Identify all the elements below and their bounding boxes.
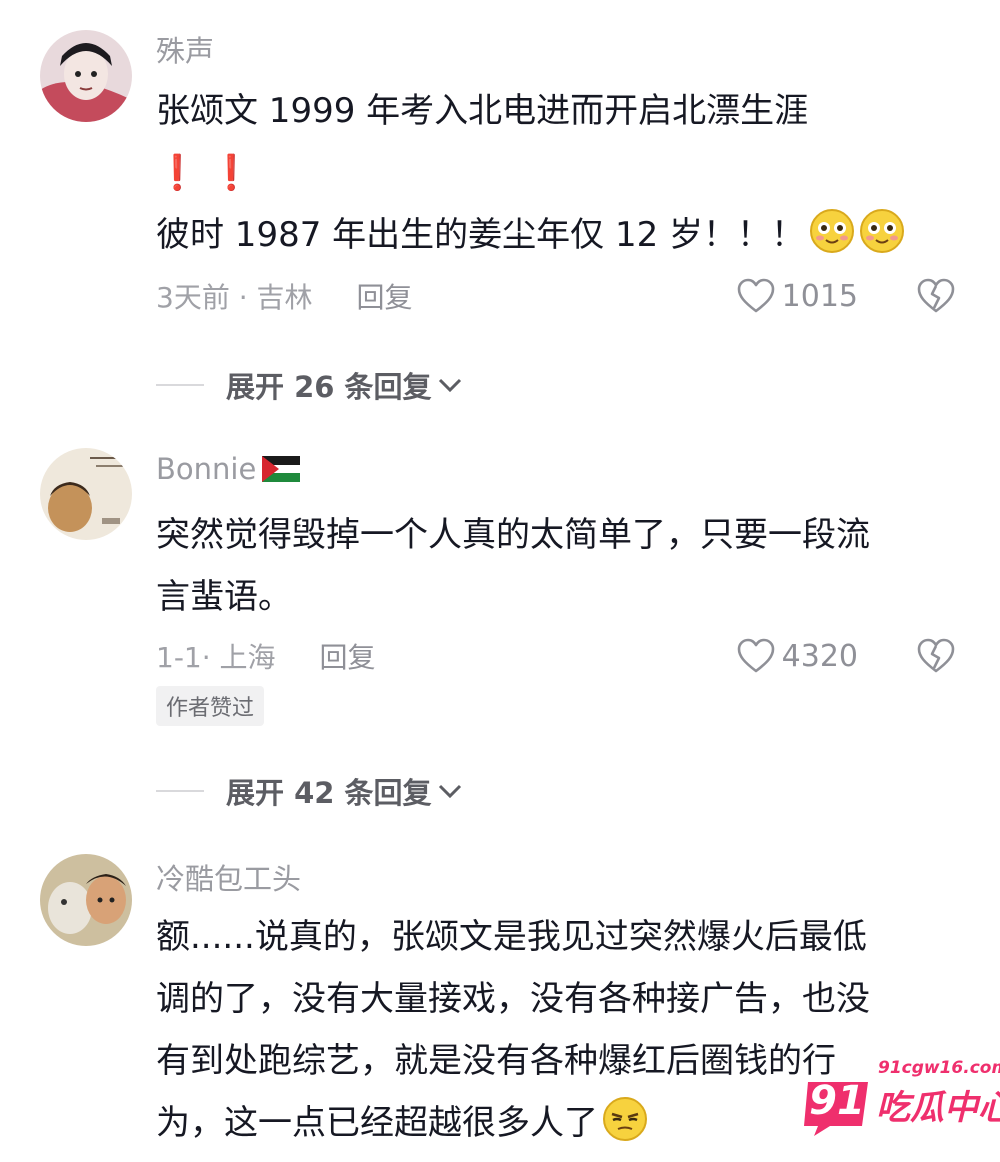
blush-emoji-icon: [809, 208, 855, 254]
comment-line-text: 彼时 1987 年出生的姜尘年仅 12 岁！！！: [156, 215, 806, 255]
comment-meta: 3天前 · 吉林 回复 1015: [156, 276, 956, 316]
broken-heart-icon: [917, 278, 955, 313]
comment-line: 突然觉得毁掉一个人真的太简单了，只要一段流: [156, 515, 870, 555]
reply-button[interactable]: 回复: [357, 276, 413, 316]
comment-line-text: 为，这一点已经超越很多人了: [156, 1103, 598, 1143]
smirk-emoji-icon: [602, 1096, 648, 1142]
divider: [156, 384, 204, 386]
username-text: 冷酷包工头: [156, 862, 302, 896]
broken-heart-icon: [917, 638, 955, 673]
reply-button[interactable]: 回复: [320, 636, 376, 676]
like-button[interactable]: 4320: [736, 638, 858, 674]
like-count: 1015: [781, 278, 858, 314]
chevron-down-icon: [438, 378, 461, 393]
watermark-url: 91cgw16.com: [878, 1058, 1000, 1078]
time-location: 1-1· 上海: [156, 641, 276, 674]
watermark-name: 吃瓜中心: [876, 1088, 1000, 1128]
comment-text: 张颂文 1999 年考入北电进而开启北漂生涯 ❗ ❗ 彼时 1987 年出生的姜…: [156, 80, 956, 266]
avatar[interactable]: [40, 448, 132, 540]
dislike-button[interactable]: [916, 638, 956, 674]
expand-replies-label: 展开 26 条回复: [226, 370, 432, 404]
comment-line: 额......说真的，张颂文是我见过突然爆火后最低: [156, 917, 867, 957]
heart-icon: [737, 278, 774, 313]
username[interactable]: 冷酷包工头: [156, 856, 301, 898]
palestine-flag-icon: [262, 456, 301, 482]
blush-emoji-icon: [859, 208, 905, 254]
comment-line: 张颂文 1999 年考入北电进而开启北漂生涯: [156, 91, 809, 131]
username[interactable]: 殊声: [156, 28, 214, 70]
comment-line: 调的了，没有大量接戏，没有各种接广告，也没: [156, 979, 870, 1019]
chevron-down-icon: [438, 784, 461, 799]
divider: [156, 790, 204, 792]
comment-meta: 1-1· 上海 回复 4320: [156, 636, 956, 676]
watermark-logo: 91cgw16.com 91 吃瓜中心: [796, 1058, 1000, 1148]
expand-replies-button[interactable]: 展开 26 条回复: [156, 364, 464, 406]
expand-replies-button[interactable]: 展开 42 条回复: [156, 770, 464, 812]
like-count: 4320: [781, 638, 858, 674]
comment-text: 突然觉得毁掉一个人真的太简单了，只要一段流 言蜚语。: [156, 504, 956, 628]
username[interactable]: Bonnie: [156, 452, 301, 486]
time-location: 3天前 · 吉林: [156, 281, 313, 314]
heart-icon: [737, 638, 774, 673]
comment-line: 彼时 1987 年出生的姜尘年仅 12 岁！！！: [156, 204, 956, 266]
like-button[interactable]: 1015: [736, 278, 858, 314]
expand-replies-label: 展开 42 条回复: [226, 776, 432, 810]
avatar[interactable]: [40, 30, 132, 122]
exclamation-line: ❗ ❗: [156, 153, 253, 193]
author-liked-badge: 作者赞过: [156, 686, 265, 726]
username-text: Bonnie: [156, 452, 257, 486]
watermark-number: 91: [809, 1078, 865, 1124]
comment-line: 言蜚语。: [156, 577, 292, 617]
username-text: 殊声: [156, 34, 215, 68]
avatar[interactable]: [40, 854, 132, 946]
dislike-button[interactable]: [916, 278, 956, 314]
